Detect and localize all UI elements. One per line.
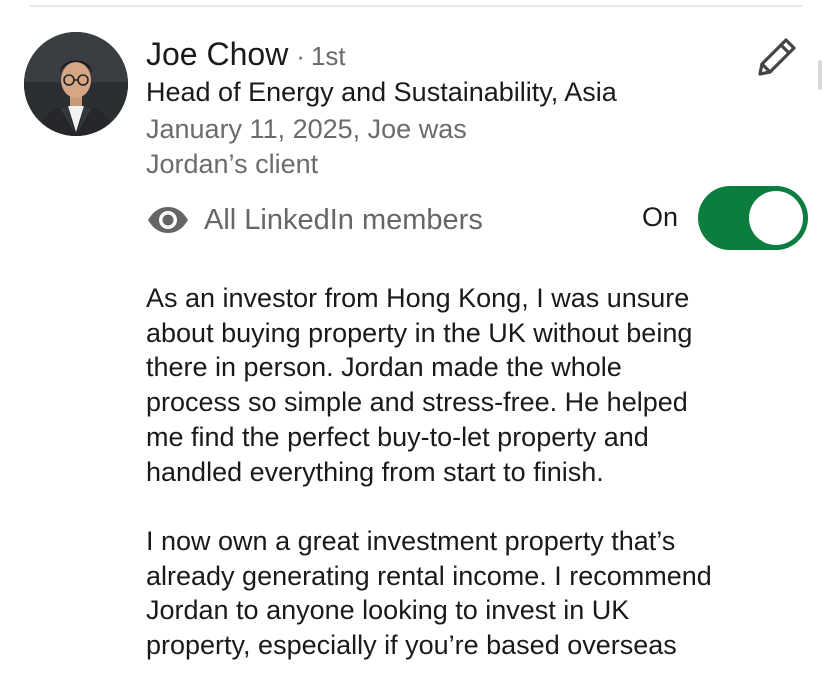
visibility-toggle[interactable] — [698, 186, 808, 250]
top-divider — [30, 5, 802, 7]
recommender-name[interactable]: Joe Chow — [146, 36, 288, 73]
recommender-name-row: Joe Chow · 1st — [146, 36, 346, 76]
visibility-label: All LinkedIn members — [204, 203, 483, 236]
toggle-state-label: On — [642, 202, 679, 232]
recommendation-text: As an investor from Hong Kong, I was uns… — [146, 281, 816, 697]
eye-icon — [148, 207, 188, 233]
recommendation-meta: January 11, 2025, Joe was Jordan’s clien… — [146, 112, 526, 182]
scrollbar[interactable] — [818, 60, 822, 90]
text-line: process so simple and stress-free. He he… — [146, 387, 688, 418]
toggle-knob — [749, 191, 803, 245]
text-line: already generating rental income. I reco… — [146, 560, 712, 591]
connection-degree: 1st — [310, 41, 346, 71]
recommendation-paragraph: As an investor from Hong Kong, I was uns… — [146, 281, 816, 489]
name-separator: · — [296, 41, 305, 71]
text-line: As an investor from Hong Kong, I was uns… — [146, 283, 690, 313]
avatar[interactable] — [24, 32, 128, 136]
text-line: about buying property in the UK without … — [146, 317, 693, 348]
edit-button[interactable] — [752, 34, 800, 82]
meta-line: January 11, 2025, Joe was — [146, 114, 467, 144]
meta-line: Jordan’s client — [146, 149, 319, 179]
recommender-headline: Head of Energy and Sustainability, Asia — [146, 77, 617, 107]
text-line: I now own a great investment property th… — [146, 525, 676, 556]
recommendation-paragraph: I now own a great investment property th… — [146, 524, 816, 663]
visibility-setting: All LinkedIn members — [146, 198, 483, 242]
text-line: handled everything from start to finish. — [146, 456, 604, 487]
pencil-icon — [758, 38, 796, 76]
text-line: Jordan to anyone looking to invest in UK — [146, 595, 630, 626]
text-line: me find the perfect buy-to-let property … — [146, 421, 649, 452]
text-line: there in person. Jordan made the whole — [146, 352, 622, 383]
text-line: property, especially if you’re based ove… — [146, 630, 677, 661]
